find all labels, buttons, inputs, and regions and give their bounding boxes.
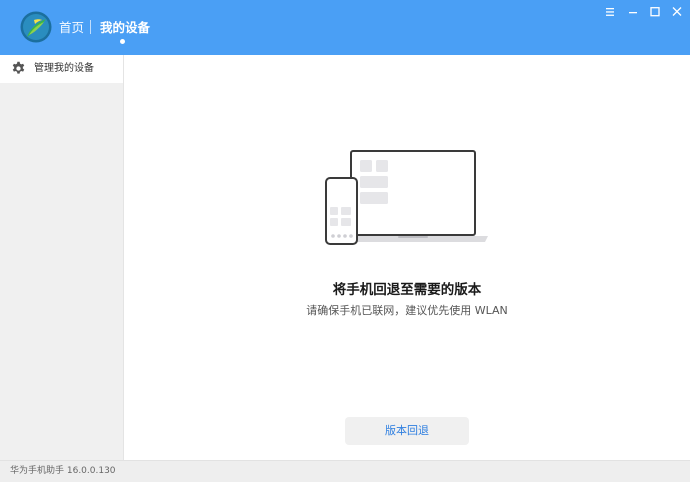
app-logo-icon (20, 11, 52, 43)
page-subtitle: 请确保手机已联网，建议优先使用 WLAN (306, 304, 508, 317)
close-icon[interactable] (668, 4, 686, 20)
nav-separator (90, 20, 91, 34)
nav-home[interactable]: 首页 (59, 20, 84, 36)
title-bar: 首页 我的设备 (0, 0, 690, 55)
status-bar: 华为手机助手 16.0.0.130 (0, 460, 690, 482)
maximize-icon[interactable] (646, 4, 664, 20)
active-tab-indicator (120, 39, 125, 44)
phone-and-laptop-illustration (325, 150, 488, 245)
sidebar-item-label: 管理我的设备 (34, 63, 94, 74)
app-version-text: 华为手机助手 16.0.0.130 (10, 466, 116, 476)
version-rollback-button[interactable]: 版本回退 (345, 417, 469, 445)
minimize-icon[interactable] (624, 4, 642, 20)
menu-icon[interactable] (601, 4, 619, 20)
main-content: 将手机回退至需要的版本 请确保手机已联网，建议优先使用 WLAN 版本回退 (124, 55, 690, 460)
nav-my-devices[interactable]: 我的设备 (100, 20, 150, 36)
app-window: 首页 我的设备 管理我的设备 将手机回退至需要的版本 请确保手机已联网，建议优先… (0, 0, 690, 482)
sidebar-item-manage-devices[interactable]: 管理我的设备 (0, 55, 123, 83)
page-title: 将手机回退至需要的版本 (332, 282, 482, 298)
gear-icon (12, 61, 25, 74)
sidebar: 管理我的设备 (0, 55, 123, 460)
